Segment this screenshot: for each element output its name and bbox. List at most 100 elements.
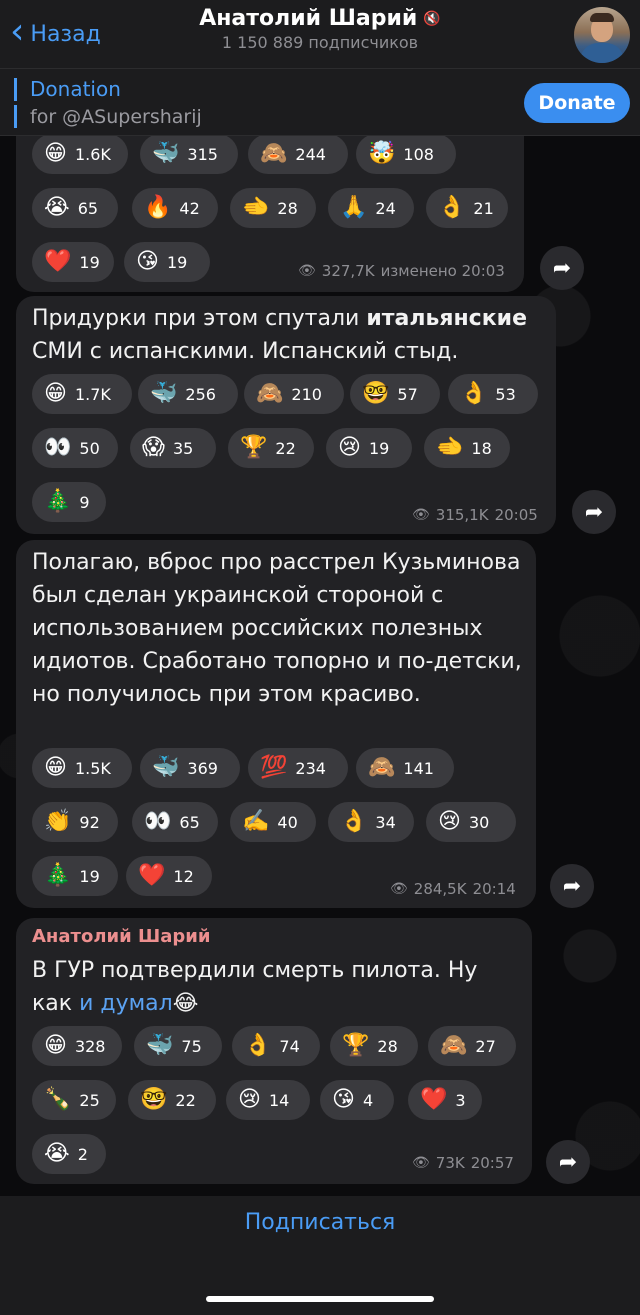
reaction-count: 14 [268, 1090, 290, 1110]
reaction-count: 256 [185, 384, 216, 404]
reaction-chip[interactable]: 🤓 57 [350, 374, 440, 414]
pinned-message-bar[interactable]: Donation for @ASupersharij Donate [0, 68, 640, 136]
pinned-indicator [14, 78, 17, 128]
reaction-chip[interactable]: 😭 65 [32, 188, 118, 228]
reaction-chip[interactable]: 😁 328 [32, 1026, 122, 1066]
reaction-chip[interactable]: 🙈 27 [428, 1026, 516, 1066]
reaction-chip[interactable]: 😘 19 [124, 242, 210, 282]
reaction-emoji: 😢 [438, 809, 461, 834]
reaction-emoji: 🎄 [44, 863, 72, 888]
reaction-emoji: 😢 [238, 1087, 261, 1112]
reaction-chip[interactable]: 👌 34 [328, 802, 414, 842]
reaction-chip[interactable]: ❤️ 12 [126, 856, 212, 896]
message-time: 20:14 [472, 880, 516, 898]
reaction-chip[interactable]: 😢 19 [326, 428, 412, 468]
reaction-chip[interactable]: 👏 92 [32, 802, 118, 842]
reaction-chip[interactable]: 🐳 369 [140, 748, 240, 788]
reaction-emoji: 😁 [44, 1033, 67, 1058]
share-button[interactable]: ➦ [546, 1140, 590, 1184]
message-meta: 👁 73K 20:57 [412, 1154, 514, 1172]
reaction-chip[interactable]: 🔥 42 [132, 188, 218, 228]
reaction-chip[interactable]: 😘 4 [320, 1080, 394, 1120]
reaction-count: 65 [179, 812, 200, 832]
reaction-chip[interactable]: ❤️ 3 [408, 1080, 482, 1120]
mute-icon: 🔇 [423, 10, 441, 27]
share-button[interactable]: ➦ [550, 864, 594, 908]
reaction-count: 244 [295, 144, 326, 164]
reaction-count: 328 [74, 1036, 106, 1056]
reaction-chip[interactable]: 🫲 18 [424, 428, 510, 468]
reaction-chip[interactable]: 🎄 9 [32, 482, 106, 522]
reaction-chip[interactable]: 🙈 210 [244, 374, 344, 414]
channel-title-block[interactable]: Анатолий Шарий 🔇 1 150 889 подписчиков [150, 6, 490, 52]
reaction-chip[interactable]: 🏆 28 [330, 1026, 418, 1066]
reaction-chip[interactable]: 😱 35 [130, 428, 216, 468]
reaction-emoji: 👀 [144, 809, 172, 834]
back-button[interactable]: ‹ Назад [10, 14, 101, 52]
reaction-emoji: 👏 [44, 809, 72, 834]
message-link[interactable]: и думал [79, 991, 173, 1016]
reaction-emoji: 👌 [438, 195, 466, 220]
reaction-count: 22 [275, 438, 296, 458]
reaction-chip[interactable]: 🙏 24 [328, 188, 414, 228]
reaction-chip[interactable]: 😭 2 [32, 1134, 106, 1174]
reaction-chip[interactable]: 🤯 108 [356, 136, 456, 174]
donate-button[interactable]: Donate [524, 83, 630, 123]
reaction-emoji: 🙈 [260, 141, 288, 166]
reaction-emoji: 🏆 [342, 1033, 370, 1058]
reaction-chip[interactable]: 🫲 28 [230, 188, 316, 228]
reaction-chip[interactable]: 🏆 22 [228, 428, 314, 468]
reaction-chip[interactable]: 💯 234 [248, 748, 348, 788]
reaction-chip[interactable]: 🙈 141 [356, 748, 454, 788]
reaction-count: 1.7K [74, 384, 111, 404]
reaction-chip[interactable]: 👀 65 [132, 802, 218, 842]
reaction-count: 1.5K [74, 758, 111, 778]
reaction-chip[interactable]: ❤️ 19 [32, 242, 114, 282]
reaction-emoji: 🙈 [440, 1033, 468, 1058]
back-label: Назад [30, 21, 101, 47]
view-count: 315,1K [435, 506, 489, 524]
view-count: 327,7K [321, 262, 375, 280]
share-button[interactable]: ➦ [540, 246, 584, 290]
reaction-emoji: 🤓 [140, 1087, 168, 1112]
reaction-count: 1.6K [74, 144, 111, 164]
reaction-count: 34 [375, 812, 396, 832]
reaction-chip[interactable]: 👌 21 [426, 188, 508, 228]
channel-avatar[interactable] [574, 7, 630, 63]
reaction-chip[interactable]: 🙈 244 [248, 136, 348, 174]
channel-name: Анатолий Шарий [199, 6, 418, 31]
subscribe-button[interactable]: Подписаться [0, 1210, 640, 1235]
reaction-chip[interactable]: 😢 14 [226, 1080, 310, 1120]
home-indicator[interactable] [206, 1296, 434, 1302]
share-button[interactable]: ➦ [572, 490, 616, 534]
reaction-chip[interactable]: 🐳 315 [140, 136, 238, 174]
message-author: Анатолий Шарий [32, 926, 211, 947]
reaction-chip[interactable]: 🐳 75 [134, 1026, 222, 1066]
reaction-count: 141 [403, 758, 434, 778]
eye-icon: 👁 [298, 263, 316, 279]
message-meta: 👁 284,5K 20:14 [390, 880, 516, 898]
reaction-chip[interactable]: 🤓 22 [128, 1080, 216, 1120]
reaction-chip[interactable]: 😁 1.5K [32, 748, 132, 788]
subscriber-count: 1 150 889 подписчиков [221, 33, 419, 52]
reaction-chip[interactable]: 😁 1.6K [32, 136, 128, 174]
reaction-chip[interactable]: 👌 74 [232, 1026, 320, 1066]
reaction-count: 92 [79, 812, 100, 832]
reaction-chip[interactable]: 🎄 19 [32, 856, 118, 896]
reaction-emoji: ✍️ [242, 809, 270, 834]
message-list[interactable]: 😁 1.6K 🐳 315 🙈 244 🤯 108 😭 65 🔥 42 🫲 28 🙏 24 👌 21… [0, 136, 640, 1196]
reaction-chip[interactable]: 👀 50 [32, 428, 118, 468]
reaction-chip[interactable]: 🐳 256 [138, 374, 238, 414]
reaction-count: 19 [368, 438, 390, 458]
reaction-count: 50 [79, 438, 100, 458]
reaction-chip[interactable]: 🍾 25 [32, 1080, 116, 1120]
message-text: Полагаю, вброс про расстрел Кузьминова б… [32, 550, 522, 707]
reaction-count: 22 [175, 1090, 196, 1110]
reaction-chip[interactable]: 👌 53 [448, 374, 538, 414]
reaction-chip[interactable]: 😁 1.7K [32, 374, 132, 414]
reaction-emoji: 😢 [338, 435, 361, 460]
view-count: 284,5K [413, 880, 467, 898]
reaction-chip[interactable]: ✍️ 40 [230, 802, 316, 842]
reaction-count: 9 [79, 492, 90, 512]
reaction-chip[interactable]: 😢 30 [426, 802, 516, 842]
